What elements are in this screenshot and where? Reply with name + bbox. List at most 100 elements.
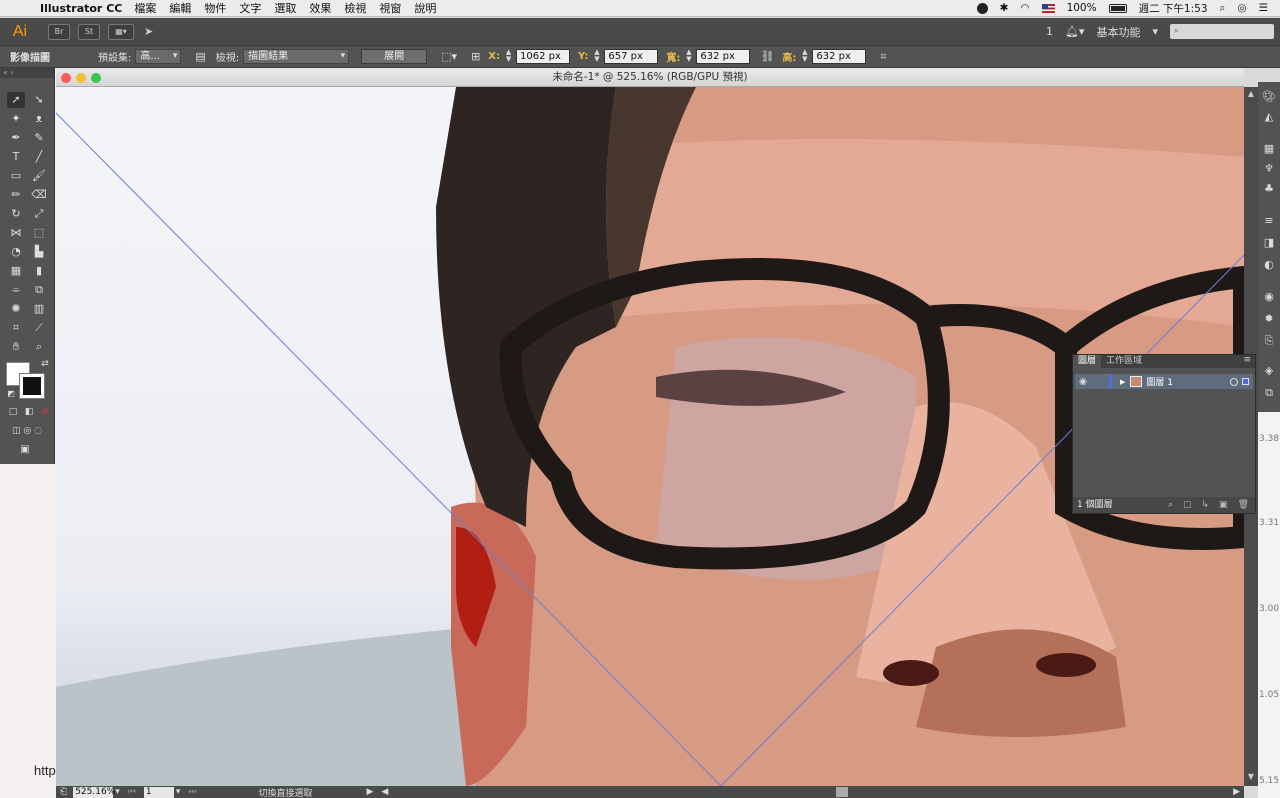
notification-center-icon[interactable]: ☰ (1259, 2, 1268, 14)
document-title-bar[interactable]: 未命名-1* @ 525.16% (RGB/GPU 預視) (56, 68, 1244, 87)
x-input[interactable]: 1062 px (516, 49, 571, 64)
menu-edit[interactable]: 編輯 (169, 0, 191, 16)
transform-icon[interactable]: ⌗ (880, 50, 886, 64)
artboard-dropdown-icon[interactable]: ▾ (176, 787, 181, 797)
rotate-tool-icon[interactable]: ↻ (7, 206, 25, 222)
width-tool-icon[interactable]: ⋈ (7, 225, 25, 241)
zoom-level-field[interactable]: 525.16% (73, 786, 115, 798)
first-page-icon[interactable]: ⏮ (128, 787, 136, 797)
artboard-canvas[interactable] (56, 87, 1244, 786)
artboard-tool-icon[interactable]: ⌗ (7, 320, 25, 336)
none-mode-icon[interactable]: ⊘ (36, 404, 54, 420)
expand-button[interactable]: 展開 (361, 49, 428, 64)
view-select[interactable]: 描圖結果 (243, 49, 350, 64)
pencil-tool-icon[interactable]: ✏ (7, 187, 25, 203)
image-trace-label[interactable]: 影像描圖 (10, 49, 50, 64)
make-clipping-mask-icon[interactable]: ▢ (1183, 497, 1192, 513)
symbol-sprayer-tool-icon[interactable]: ✺ (7, 301, 25, 317)
menu-select[interactable]: 選取 (274, 0, 296, 16)
default-fill-stroke-icon[interactable]: ◩ (2, 386, 20, 402)
menu-help[interactable]: 說明 (414, 0, 436, 16)
mesh-tool-icon[interactable]: ▦ (7, 263, 25, 279)
gradient-panel-icon[interactable]: ◨ (1258, 234, 1280, 252)
x-stepper[interactable]: ▲ ▼ (504, 49, 513, 64)
stock-button[interactable]: St (78, 23, 100, 40)
locate-object-icon[interactable]: ⌕ (1168, 497, 1173, 513)
height-stepper[interactable]: ▲ ▼ (800, 49, 809, 64)
wifi-icon[interactable]: ◠ (1020, 2, 1029, 14)
bluetooth-icon[interactable]: ✱ (1000, 2, 1009, 14)
help-search-input[interactable]: ⌕ (1170, 24, 1274, 39)
battery-icon[interactable] (1108, 3, 1127, 13)
drawing-modes-icon[interactable]: ◫ ◎ ◌ (4, 423, 50, 439)
status-arrow-icon[interactable]: ▶ (367, 787, 374, 797)
send-feedback-icon[interactable]: ➤ (144, 25, 153, 38)
asset-export-icon[interactable]: ⎘ (1258, 332, 1280, 350)
menu-file[interactable]: 檔案 (134, 0, 156, 16)
menu-effect[interactable]: 效果 (309, 0, 331, 16)
width-input[interactable]: 632 px (696, 49, 751, 64)
tab-layers[interactable]: 圖層 (1073, 355, 1102, 368)
perspective-grid-tool-icon[interactable]: ▙ (30, 244, 48, 260)
close-window-button[interactable] (61, 73, 71, 83)
scroll-right-arrow-icon[interactable]: ▶ (1233, 787, 1240, 797)
layers-panel-icon[interactable]: ◈ (1258, 362, 1280, 380)
scale-tool-icon[interactable]: ⤢ (30, 206, 48, 222)
app-menu[interactable]: Illustrator CC (40, 2, 122, 15)
menu-view[interactable]: 檢視 (344, 0, 366, 16)
paintbrush-tool-icon[interactable]: 🖌︎ (30, 168, 48, 184)
blend-tool-icon[interactable]: ⧉ (30, 282, 48, 298)
workspace-switcher[interactable]: 基本功能 (1096, 24, 1140, 40)
spotlight-search-icon[interactable]: ⌕ (1220, 2, 1226, 15)
menu-object[interactable]: 物件 (204, 0, 226, 16)
type-tool-icon[interactable]: T (7, 149, 25, 165)
stroke-color-swatch[interactable] (19, 373, 45, 399)
brushes-panel-icon[interactable]: ♆ (1258, 160, 1280, 178)
appearance-panel-icon[interactable]: ◉ (1258, 288, 1280, 306)
zoom-dropdown-icon[interactable]: ▾ (115, 787, 120, 797)
clock[interactable]: 週二 下午1:53 (1139, 1, 1208, 16)
symbols-panel-icon[interactable]: ♣ (1258, 180, 1280, 198)
arrange-documents-button[interactable]: ▦▾ (108, 23, 134, 40)
minimize-window-button[interactable] (76, 73, 86, 83)
column-graph-tool-icon[interactable]: ▥ (30, 301, 48, 317)
slice-tool-icon[interactable]: ⟋ (30, 320, 48, 336)
eyedropper-tool-icon[interactable]: ⌯ (7, 282, 25, 298)
height-input[interactable]: 632 px (812, 49, 867, 64)
free-transform-tool-icon[interactable]: ⬚ (30, 225, 48, 241)
tab-artboards[interactable]: 工作區域 (1101, 355, 1147, 368)
bell-icon[interactable]: 🔔︎▾ (1065, 25, 1085, 38)
eraser-tool-icon[interactable]: ⌫ (30, 187, 48, 203)
delete-layer-icon[interactable]: 🗑︎ (1238, 497, 1249, 513)
create-sublayer-icon[interactable]: ↳ (1202, 497, 1210, 513)
artboard-page-field[interactable]: 1 (143, 786, 174, 798)
create-new-layer-icon[interactable]: ▣ (1219, 497, 1228, 513)
color-panel-icon[interactable]: 🎨︎ (1258, 88, 1280, 106)
zoom-tool-icon[interactable]: ⌕ (30, 339, 48, 355)
scroll-down-arrow-icon[interactable]: ▼ (1244, 772, 1258, 784)
zoom-window-button[interactable] (91, 73, 101, 83)
graphic-styles-icon[interactable]: ✹ (1258, 310, 1280, 328)
color-guide-icon[interactable]: ◭ (1258, 108, 1280, 126)
layer-name[interactable]: 圖層 1 (1146, 375, 1173, 388)
shape-builder-tool-icon[interactable]: ◔ (7, 244, 25, 260)
gradient-tool-icon[interactable]: ▮ (30, 263, 48, 279)
pen-tool-icon[interactable]: ✒ (7, 130, 25, 146)
bridge-button[interactable]: Br (48, 23, 70, 40)
align-options-icon[interactable]: ⬚▾ (441, 50, 457, 63)
lasso-tool-icon[interactable]: ᴥ (30, 111, 48, 127)
status-app-icon[interactable] (976, 2, 988, 14)
share-icon[interactable]: ⎗ (60, 787, 67, 797)
stroke-panel-icon[interactable]: ≡ (1258, 212, 1280, 230)
tools-panel-grip[interactable]: « ‹ (0, 68, 54, 78)
transparency-panel-icon[interactable]: ◐ (1258, 256, 1280, 274)
input-source-flag-icon[interactable] (1041, 3, 1055, 13)
last-page-icon[interactable]: ⏭ (188, 787, 196, 797)
horizontal-scroll-thumb[interactable] (836, 787, 848, 797)
scroll-up-arrow-icon[interactable]: ▲ (1244, 89, 1258, 101)
rectangle-tool-icon[interactable]: ▭ (7, 168, 25, 184)
status-text[interactable]: 切換直接選取 (258, 786, 312, 798)
panel-menu-icon[interactable]: ≡ (1243, 355, 1255, 368)
screen-mode-icon[interactable]: ▣ (16, 442, 34, 458)
y-stepper[interactable]: ▲ ▼ (592, 49, 601, 64)
